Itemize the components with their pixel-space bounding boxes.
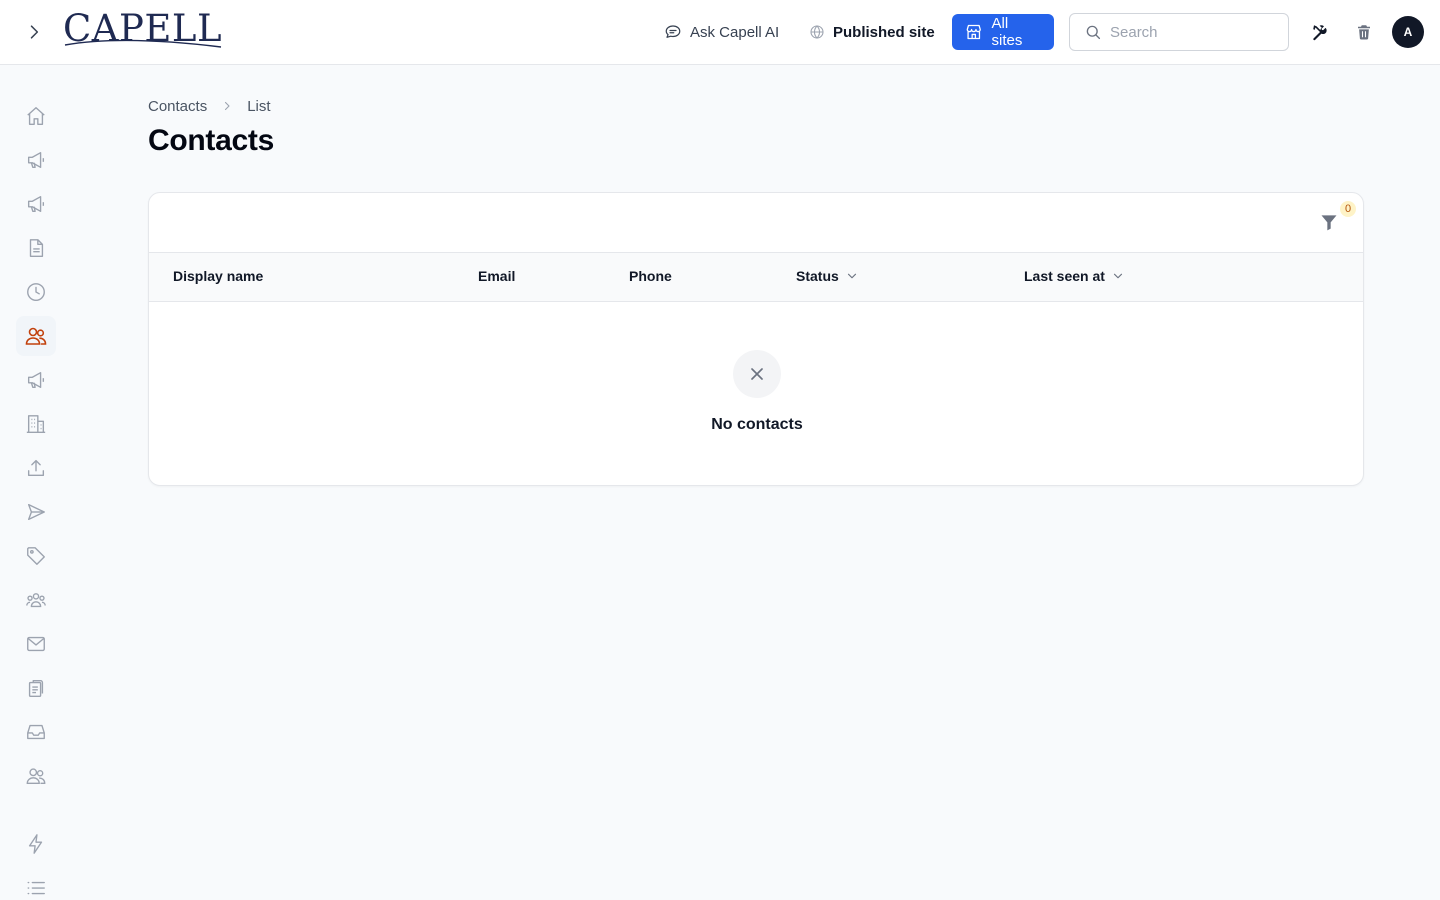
- table-toolbar: 0: [149, 193, 1363, 253]
- sidebar-item-broadcasts[interactable]: [16, 360, 56, 400]
- empty-state-icon: [733, 350, 781, 398]
- filter-button[interactable]: [1319, 211, 1343, 235]
- sidebar-item-emails[interactable]: [16, 624, 56, 664]
- sidebar-item-tags[interactable]: [16, 536, 56, 576]
- funnel-icon: [1321, 215, 1337, 231]
- column-header-label: Email: [478, 268, 516, 284]
- filter-count-badge: 0: [1340, 201, 1356, 217]
- users-icon: [25, 327, 47, 345]
- user-group-icon: [26, 593, 46, 608]
- published-site-button[interactable]: Published site: [809, 14, 935, 50]
- ask-ai-button[interactable]: Ask Capell AI: [664, 14, 779, 50]
- chevron-right-icon: [30, 25, 39, 39]
- logo[interactable]: CAPELL: [63, 9, 223, 51]
- published-site-label: Published site: [833, 23, 935, 41]
- user-avatar[interactable]: A: [1392, 16, 1424, 48]
- search-icon: [1086, 25, 1101, 40]
- sidebar-item-forms[interactable]: [16, 668, 56, 708]
- sidebar: [0, 65, 72, 900]
- column-header-display-name[interactable]: Display name: [173, 268, 263, 284]
- storefront-icon: [966, 24, 981, 40]
- sidebar-item-list[interactable]: [16, 868, 56, 900]
- sidebar-item-contacts[interactable]: [16, 316, 56, 356]
- upload-icon: [27, 459, 45, 477]
- column-header-label: Status: [796, 268, 839, 284]
- sidebar-item-campaigns[interactable]: [16, 140, 56, 180]
- column-header-phone[interactable]: Phone: [629, 268, 672, 284]
- sidebar-item-history[interactable]: [16, 272, 56, 312]
- clipboard-icon: [28, 679, 44, 697]
- megaphone-icon: [27, 371, 45, 389]
- empty-state: No contacts: [149, 302, 1363, 485]
- tag-icon: [27, 547, 45, 565]
- building-icon: [26, 415, 46, 433]
- expand-sidebar-button[interactable]: [20, 18, 48, 46]
- megaphone-icon: [27, 151, 45, 169]
- ask-ai-label: Ask Capell AI: [690, 23, 780, 41]
- column-header-label: Phone: [629, 268, 672, 284]
- envelope-icon: [27, 636, 45, 652]
- chevron-down-icon: [1113, 273, 1123, 279]
- logo-swoosh: [64, 39, 222, 48]
- breadcrumb-item-list: List: [247, 97, 271, 115]
- contacts-table-card: 0 Display name Email Phone Status Last s…: [148, 192, 1364, 486]
- list-icon: [27, 881, 45, 895]
- column-header-label: Display name: [173, 268, 264, 284]
- document-icon: [29, 239, 44, 257]
- page-title: Contacts: [148, 124, 274, 157]
- table-header-row: Display name Email Phone Status Last see…: [149, 253, 1363, 302]
- trash-button[interactable]: [1352, 20, 1376, 44]
- all-sites-label: All sites: [991, 15, 1023, 49]
- search-input[interactable]: [1110, 23, 1280, 41]
- sidebar-item-home[interactable]: [16, 96, 56, 136]
- sidebar-item-sends[interactable]: [16, 492, 56, 532]
- wrench-screwdriver-icon: [1313, 25, 1327, 41]
- megaphone-icon: [27, 195, 45, 213]
- all-sites-button[interactable]: All sites: [952, 14, 1054, 50]
- chevron-down-icon: [847, 273, 856, 279]
- top-bar: CAPELL Ask Capell AI Published site All …: [0, 0, 1440, 65]
- globe-icon: [810, 25, 824, 39]
- column-header-label: Last seen at: [1024, 268, 1105, 284]
- paper-plane-icon: [27, 503, 45, 521]
- close-icon: [751, 368, 763, 380]
- chevron-right-icon: [225, 101, 230, 111]
- home-icon: [27, 107, 45, 125]
- sidebar-item-automations[interactable]: [16, 824, 56, 864]
- bolt-icon: [28, 834, 43, 854]
- sidebar-item-imports[interactable]: [16, 448, 56, 488]
- chat-bubble-icon: [665, 25, 681, 38]
- column-header-status[interactable]: Status: [796, 268, 859, 284]
- search-box[interactable]: [1069, 13, 1289, 51]
- sidebar-item-pages[interactable]: [16, 228, 56, 268]
- trash-icon: [1358, 25, 1370, 40]
- inbox-icon: [27, 724, 45, 740]
- sidebar-item-groups[interactable]: [16, 580, 56, 620]
- sidebar-item-inbox[interactable]: [16, 712, 56, 752]
- clock-icon: [27, 283, 45, 301]
- breadcrumb: Contacts List: [148, 96, 271, 116]
- empty-state-text: No contacts: [711, 416, 803, 433]
- sidebar-item-announcements[interactable]: [16, 184, 56, 224]
- tools-button[interactable]: [1308, 20, 1332, 44]
- users-icon: [26, 768, 46, 785]
- column-header-email[interactable]: Email: [478, 268, 515, 284]
- column-header-last-seen-at[interactable]: Last seen at: [1024, 268, 1125, 284]
- sidebar-item-users[interactable]: [16, 756, 56, 796]
- sidebar-item-companies[interactable]: [16, 404, 56, 444]
- breadcrumb-item-contacts[interactable]: Contacts: [148, 98, 207, 115]
